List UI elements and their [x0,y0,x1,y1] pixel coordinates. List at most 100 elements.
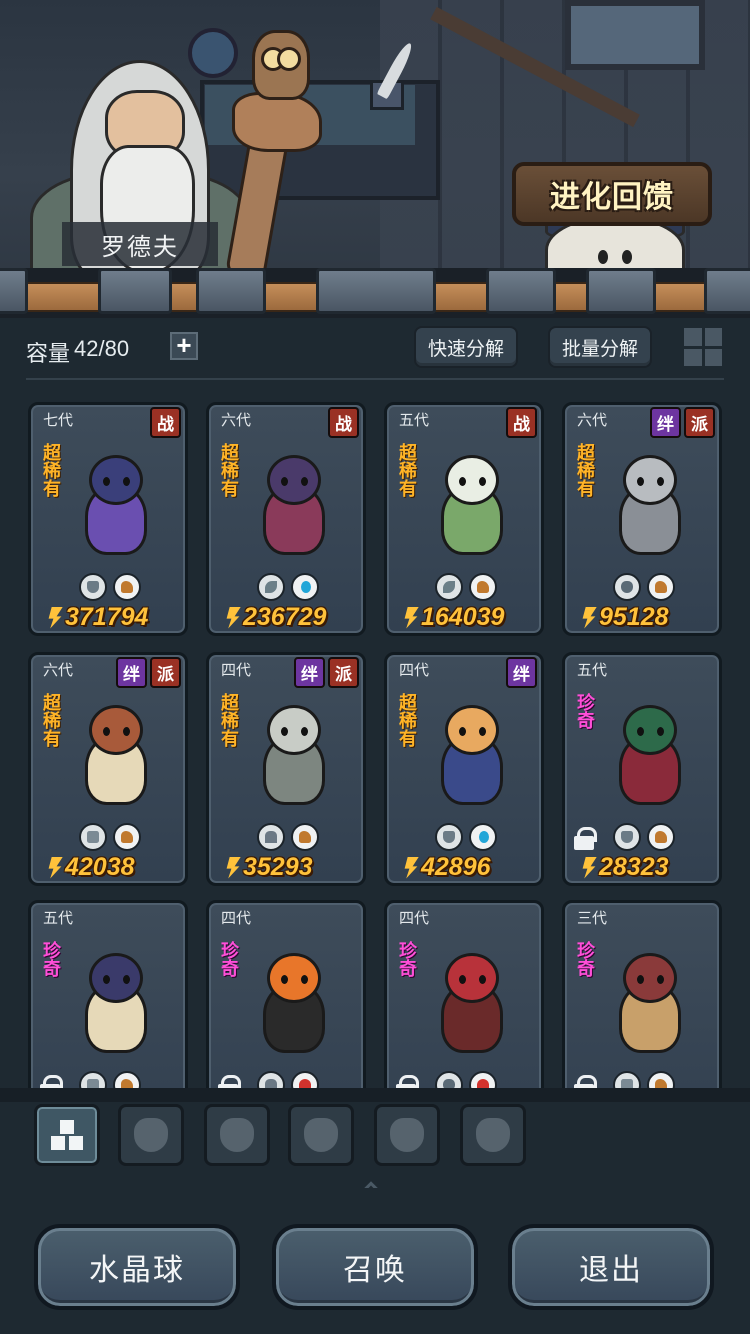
rarity-label: 超稀有 [397,693,417,747]
power-display: 236729 [225,603,326,632]
lock-icon[interactable] [573,1075,597,1088]
staff-head [232,92,322,152]
tower-icon [476,1118,510,1152]
trait-badge: 派 [328,657,359,688]
water-icon [469,823,497,851]
stone-block [704,268,750,314]
pet-portrait [423,695,519,815]
stone-block [586,268,656,314]
tower-icon [257,1071,285,1088]
type-icons [79,1071,141,1088]
power-value: 42038 [65,853,135,881]
power-display: 371794 [47,603,148,632]
filter-bar [0,1088,750,1188]
filter-tab-alien[interactable] [374,1104,440,1166]
type-icons [257,573,319,601]
pet-portrait [67,943,163,1063]
rarity-label: 超稀有 [219,693,239,747]
pet-card[interactable]: 六代 战超稀有 236729 [206,402,366,636]
lock-icon[interactable] [395,1075,419,1088]
pet-card[interactable]: 四代 绊派超稀有 35293 [206,652,366,886]
filter-tab-all-blocks[interactable] [34,1104,100,1166]
filter-tab-tower[interactable] [460,1104,526,1166]
summon-button[interactable]: 召唤 [272,1224,478,1310]
pet-card[interactable]: 四代 绊超稀有 42896 [384,652,544,886]
earth-icon [469,573,497,601]
plant-icon [435,573,463,601]
rarity-label: 超稀有 [397,443,417,497]
pet-portrait [423,445,519,565]
quick-decompose-button[interactable]: 快速分解 [414,326,519,368]
batch-decompose-button[interactable]: 批量分解 [548,326,653,368]
capacity-label: 容量 [26,341,71,366]
generation-label: 五代 [399,412,430,429]
generation-label: 五代 [577,662,608,679]
generation-label: 三代 [577,910,608,927]
lock-icon[interactable] [39,1075,63,1088]
npc-scene: 罗德夫 进化回馈 [0,0,750,318]
generation-label: 四代 [221,910,252,927]
owl-icon [252,30,310,100]
earth-icon [113,1071,141,1088]
background-window [565,0,705,70]
stone-block [486,268,556,314]
pet-card[interactable]: 三代 珍奇 [562,900,722,1088]
pet-card[interactable]: 四代 珍奇 [206,900,366,1088]
lock-icon[interactable] [217,1075,241,1088]
power-display: 42038 [47,853,135,882]
pet-card[interactable]: 六代 绊派超稀有 95128 [562,402,722,636]
evolve-feedback-button[interactable]: 进化回馈 [512,162,712,226]
grid-view-icon[interactable] [682,326,724,368]
sprout-icon [304,1118,338,1152]
npc-name-label: 罗德夫 [62,222,218,266]
pet-card[interactable]: 四代 珍奇 [384,900,544,1088]
power-display: 95128 [581,603,669,632]
card-tags: 绊 [506,657,537,688]
pet-card[interactable]: 七代 战超稀有 371794 [28,402,188,636]
fire-icon [291,1071,319,1088]
trait-badge: 绊 [650,407,681,438]
power-icon [48,856,63,879]
add-capacity-button[interactable]: + [170,332,198,360]
type-icons [79,573,141,601]
plant-icon [257,573,285,601]
pet-card[interactable]: 五代 战超稀有 164039 [384,402,544,636]
power-icon [48,606,63,629]
pet-portrait [601,695,697,815]
power-value: 371794 [65,603,149,631]
power-value: 35293 [243,853,313,881]
fist-icon [79,823,107,851]
pet-card[interactable]: 六代 绊派超稀有 42038 [28,652,188,886]
exit-button[interactable]: 退出 [508,1224,714,1310]
earth-icon [291,823,319,851]
fire-icon [469,1071,497,1088]
rarity-label: 超稀有 [219,443,239,497]
shield-wings-icon [220,1118,254,1152]
rarity-label: 珍奇 [397,941,417,977]
pet-portrait [245,943,341,1063]
type-icons [79,823,141,851]
earth-icon [113,573,141,601]
rarity-label: 珍奇 [41,941,61,977]
lock-icon[interactable] [573,827,597,850]
stone-block [98,268,172,314]
generation-label: 六代 [577,412,608,429]
shield-icon [435,823,463,851]
type-icons [435,573,497,601]
trait-badge: 战 [328,407,359,438]
filter-tab-shield-wings[interactable] [204,1104,270,1166]
rarity-label: 珍奇 [575,693,595,729]
filter-tab-fist[interactable] [118,1104,184,1166]
earth-icon [647,823,675,851]
earth-icon [647,573,675,601]
power-value: 28323 [599,853,669,881]
filter-tab-sprout[interactable] [288,1104,354,1166]
water-icon [291,573,319,601]
power-icon [582,856,597,879]
pet-card[interactable]: 五代 珍奇 [28,900,188,1088]
pet-portrait [245,445,341,565]
alien-icon [390,1118,424,1152]
crystal-ball-button[interactable]: 水晶球 [34,1224,240,1310]
pet-card[interactable]: 五代珍奇 28323 [562,652,722,886]
trait-badge: 绊 [116,657,147,688]
